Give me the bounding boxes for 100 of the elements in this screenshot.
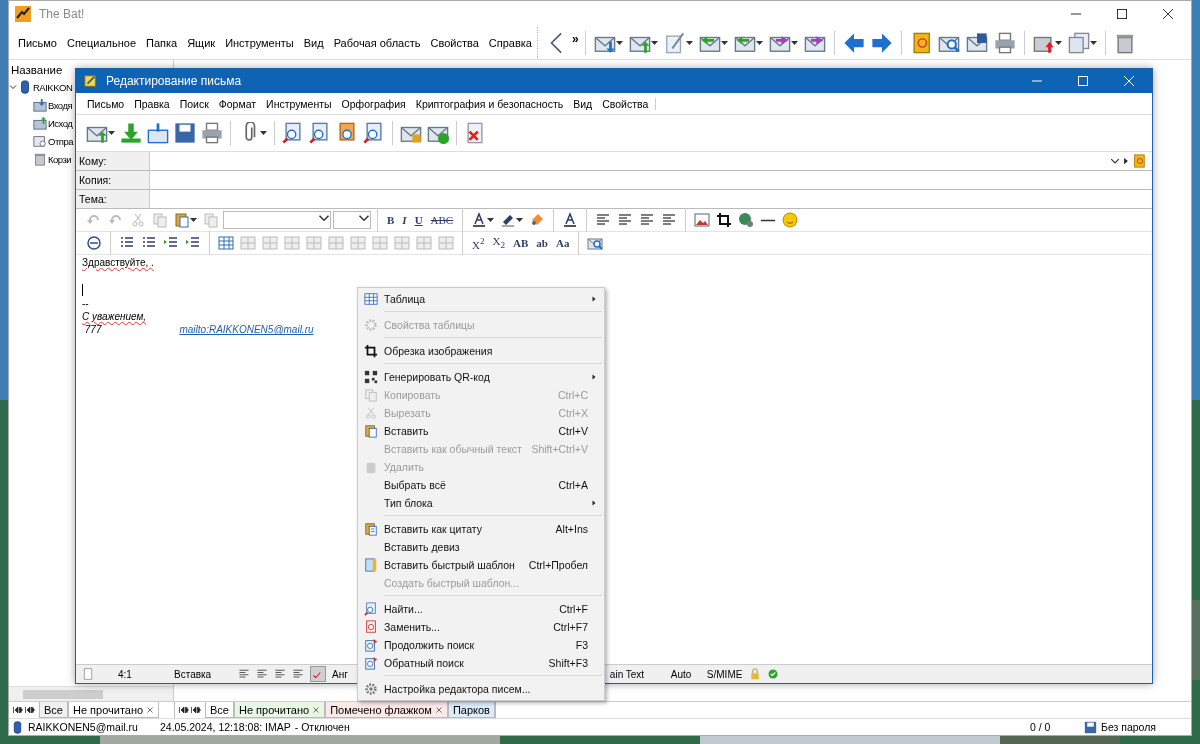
charset: Auto xyxy=(670,668,693,680)
menu-item[interactable]: Вставить как цитату Alt+Ins xyxy=(358,520,604,538)
menu-item[interactable]: Инструменты xyxy=(220,37,299,49)
menu-item[interactable]: Письмо xyxy=(13,37,62,49)
align-icon xyxy=(595,212,612,228)
folder-name[interactable]: Входя xyxy=(48,99,73,111)
caret-icon[interactable] xyxy=(487,217,495,223)
menu-item[interactable]: Свойства xyxy=(425,37,484,49)
menu-item[interactable]: Поиск xyxy=(174,97,214,110)
account-icon xyxy=(18,80,32,94)
menu-item[interactable]: Продолжить поиск F3 xyxy=(358,636,604,654)
format-button[interactable]: X$^{2}$ xyxy=(469,235,488,251)
field-label: Копия: xyxy=(76,171,150,189)
menu-item[interactable]: Письмо xyxy=(82,97,130,110)
menu-item[interactable]: Формат xyxy=(213,97,262,110)
account-icon xyxy=(11,720,24,734)
folder-name[interactable]: Исход xyxy=(48,117,73,129)
regards-text: С уважением, xyxy=(82,311,147,322)
field-label: Тема: xyxy=(76,190,150,208)
menu-item[interactable]: Тип блока xyxy=(358,494,604,512)
maximize-icon xyxy=(1117,9,1127,19)
folder-name[interactable]: RAIKKON xyxy=(33,81,73,93)
format-button[interactable]: I xyxy=(399,214,410,226)
size-dropdown[interactable] xyxy=(333,211,371,229)
template-icon xyxy=(364,558,378,572)
lines-icon xyxy=(274,668,286,680)
folder-name[interactable]: Отпра xyxy=(48,135,73,147)
toolbar-button[interactable] xyxy=(84,233,104,253)
caret-icon[interactable] xyxy=(755,40,763,46)
menu-item[interactable]: Ящик xyxy=(182,37,221,49)
format-button[interactable]: AB xyxy=(510,237,532,249)
format-button[interactable]: X$_{2}$ xyxy=(489,235,509,251)
format-button[interactable]: Aa xyxy=(552,237,573,249)
menu-item[interactable]: Обратный поиск Shift+F3 xyxy=(358,654,604,672)
table-icon xyxy=(306,235,322,251)
caret-icon[interactable] xyxy=(685,40,693,46)
lines-icon xyxy=(292,668,304,680)
menu-item[interactable]: Вставить девиз xyxy=(358,538,604,556)
filter-tab[interactable]: Не прочитано xyxy=(233,702,326,718)
paste-icon xyxy=(174,212,190,228)
filter-tab[interactable]: Не прочитано xyxy=(67,702,160,718)
crypto-mode: S/MIME xyxy=(706,668,743,680)
caret-icon[interactable] xyxy=(650,40,658,46)
menu-item[interactable]: Рабочая область xyxy=(328,37,426,49)
menu-item[interactable]: Правка xyxy=(129,97,175,110)
menu-item[interactable]: Вставить Ctrl+V xyxy=(358,422,604,440)
text-cursor xyxy=(82,284,83,296)
settings-icon xyxy=(364,682,378,696)
signature-separator: -- xyxy=(82,298,89,309)
toolbar-overflow[interactable]: » xyxy=(571,32,579,46)
filter-tab[interactable]: Все xyxy=(205,702,234,718)
search-icon xyxy=(364,656,378,670)
menu-item[interactable]: Криптография и безопасность xyxy=(410,97,569,110)
menu-item[interactable]: Специальное xyxy=(61,37,141,49)
caret-icon[interactable] xyxy=(190,217,197,223)
format-button[interactable]: ABC xyxy=(427,214,457,226)
menu-item[interactable]: Свойства xyxy=(597,97,654,110)
format-button[interactable]: U xyxy=(411,214,426,226)
email-link[interactable]: mailto:RAIKKONEN5@mail.ru xyxy=(179,324,314,335)
spell-check-toggle[interactable] xyxy=(310,666,326,682)
filter-tab[interactable]: Помечено флажком xyxy=(325,702,448,718)
window-title: Редактирование письма xyxy=(106,74,243,88)
caret-icon[interactable] xyxy=(790,40,798,46)
compose-icon xyxy=(84,74,98,88)
menu-item[interactable]: Вставить быстрый шаблон Ctrl+Пробел xyxy=(358,556,604,574)
align-icon xyxy=(661,212,678,228)
caret-icon[interactable] xyxy=(516,217,524,223)
text-format: ain Text xyxy=(609,668,646,680)
caret-icon[interactable] xyxy=(615,40,623,46)
menu-item[interactable]: Справка xyxy=(483,37,537,49)
cut-icon xyxy=(364,406,378,420)
folder-name[interactable]: Корзи xyxy=(48,153,72,165)
table-icon xyxy=(284,235,300,251)
menu-item[interactable]: Таблица xyxy=(358,290,604,308)
log-message: 24.05.2024, 12:18:08: IMAP xyxy=(160,721,291,733)
menu-item[interactable]: Найти... Ctrl+F xyxy=(358,600,604,618)
folder-icon xyxy=(33,134,47,148)
filter-tab[interactable]: Парков xyxy=(447,702,495,718)
caret-icon[interactable] xyxy=(1054,40,1062,46)
caret-icon[interactable] xyxy=(1089,40,1097,46)
caret-icon[interactable] xyxy=(108,130,115,136)
cursor-position: 4:1 xyxy=(118,668,133,680)
format-button[interactable]: B xyxy=(384,214,398,226)
menu-item[interactable]: Инструменты xyxy=(261,97,337,110)
menu-item[interactable]: Папка xyxy=(141,37,183,49)
menu-item[interactable]: Выбрать всё Ctrl+A xyxy=(358,476,604,494)
menu-item[interactable]: Обрезка изображения xyxy=(358,342,604,360)
format-button[interactable]: ab xyxy=(533,237,551,249)
menu-item[interactable]: Орфография xyxy=(336,97,411,110)
image-icon xyxy=(694,212,711,228)
menu-item[interactable]: Настройка редактора писем... xyxy=(358,680,604,698)
menu-item[interactable]: Генерировать QR-код xyxy=(358,368,604,386)
menu-item[interactable]: Вид xyxy=(568,97,598,110)
caret-icon[interactable] xyxy=(720,40,728,46)
filter-tab[interactable]: Все xyxy=(39,702,68,718)
menu-item[interactable]: Вид xyxy=(298,37,329,49)
copy-icon xyxy=(364,388,378,402)
lock-icon xyxy=(748,668,761,680)
menu-item[interactable]: Заменить... Ctrl+F7 xyxy=(358,618,604,636)
caret-icon[interactable] xyxy=(260,130,267,136)
